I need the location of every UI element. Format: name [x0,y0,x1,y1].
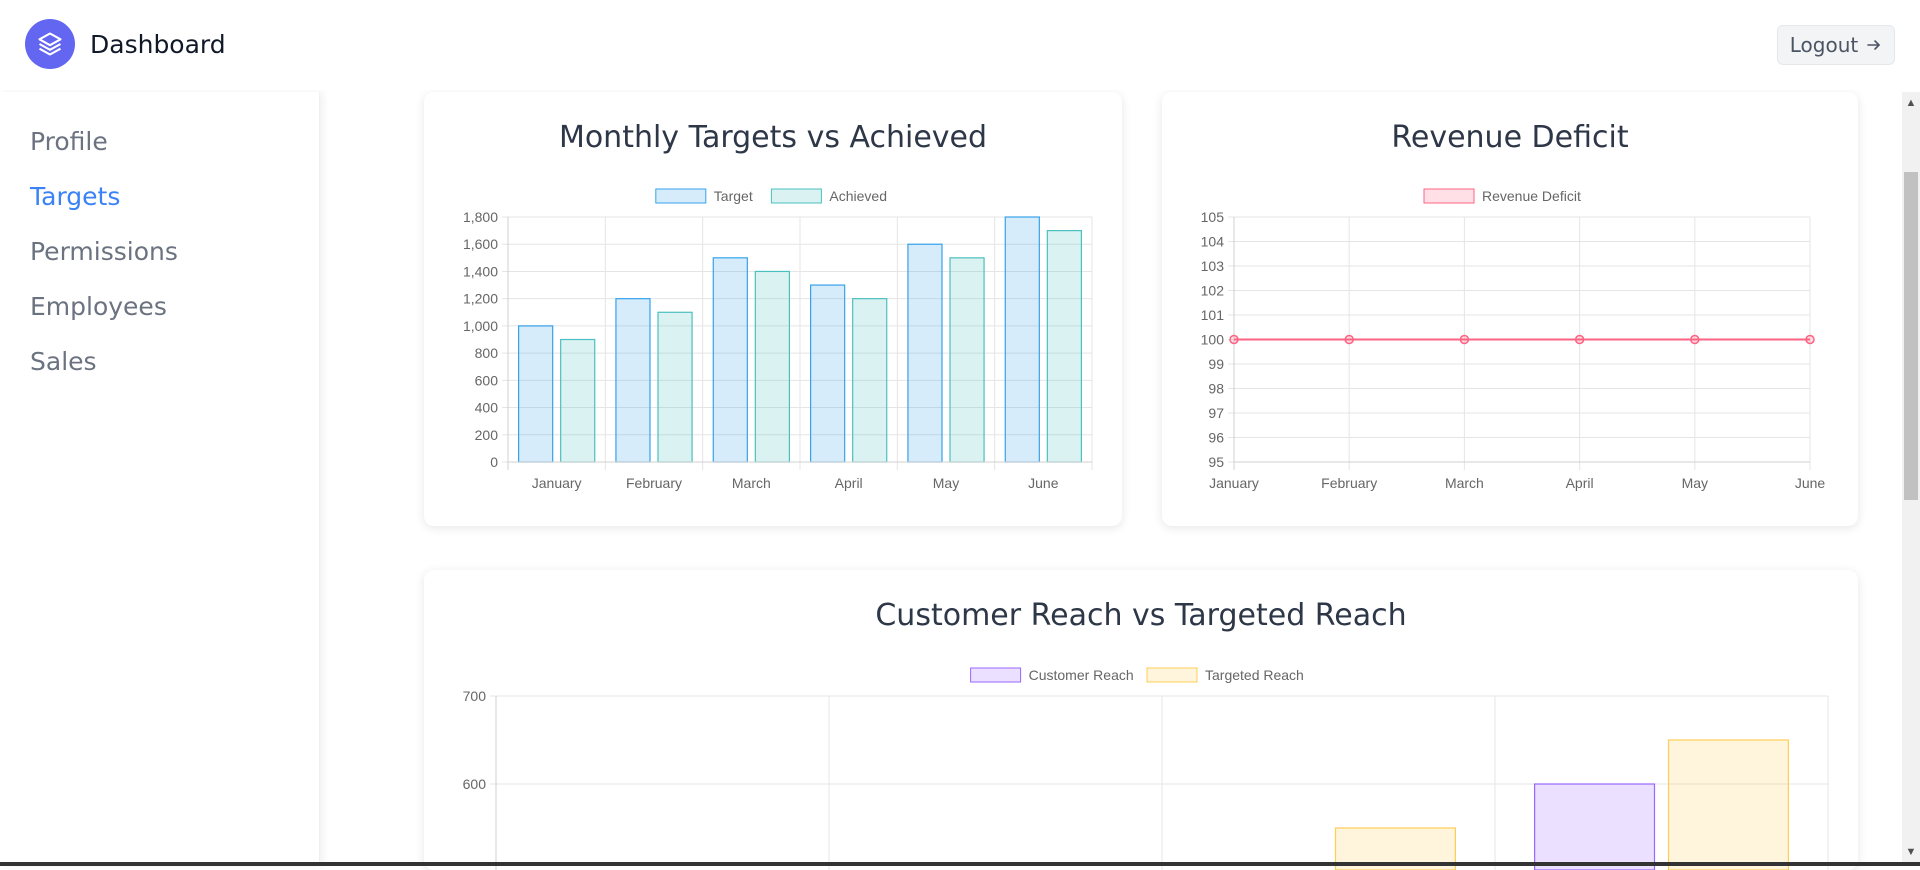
brand-title: Dashboard [90,30,226,59]
y-tick-label: 104 [1201,234,1225,250]
legend-swatch [655,188,707,204]
y-tick-label: 101 [1201,307,1225,323]
legend-label: Revenue Deficit [1482,188,1581,204]
bar-target [1004,216,1040,463]
targets-bar-chart: Target Achieved 1,800 1,600 1,400 1,200 1,000 8… [463,188,1093,491]
x-tick-label: February [626,475,682,491]
data-point [1690,334,1700,345]
legend-label: Target [714,188,753,204]
bar-achieved [657,311,693,463]
logout-button[interactable]: Logout [1777,25,1895,65]
y-tick-label: 97 [1208,405,1224,421]
y-tick-label: 400 [475,400,499,416]
logout-label: Logout [1789,33,1859,57]
bar-achieved [1046,230,1082,463]
deficit-line-chart: Revenue Deficit 105 104 103 102 101 100 99 98 97 9… [1201,188,1826,491]
x-tick-label: February [1321,475,1377,491]
top-bar: Dashboard Logout [0,0,1920,90]
y-tick-label: 95 [1208,454,1224,470]
y-tick-label: 102 [1201,283,1225,299]
reach-chart-card: Customer Reach vs Targeted Reach Custome… [424,570,1858,870]
data-point [1805,334,1815,345]
reach-bar-chart: Customer Reach Targeted Reach 700 600 [463,667,1829,870]
data-point [1459,334,1470,345]
legend-label: Customer Reach [1029,667,1134,683]
x-tick-label: June [1795,475,1826,491]
y-tick-label: 0 [490,454,498,470]
bar-target [712,257,748,463]
bar-targeted-reach [1667,739,1789,870]
data-point [1344,334,1354,345]
y-tick-label: 98 [1208,381,1224,397]
scroll-up-icon[interactable]: ▲ [1902,94,1920,112]
y-tick-label: 200 [475,427,499,443]
y-tick-label: 100 [1201,332,1225,348]
sidebar-item-employees[interactable]: Employees [30,292,167,321]
page-scrollbar[interactable]: ▲ ▼ [1902,92,1920,863]
data-point [1229,334,1239,345]
x-tick-label: March [732,475,771,491]
x-tick-label: April [835,475,863,491]
sidebar-item-profile[interactable]: Profile [30,127,108,156]
bar-target [615,298,651,463]
y-tick-label: 1,800 [463,209,498,225]
deficit-chart-card: Revenue Deficit Revenue Deficit 105 104 103… [1162,92,1858,526]
bar-achieved [560,338,596,463]
y-tick-label: 1,600 [463,236,498,252]
bar-target [907,243,943,463]
targets-chart-card: Monthly Targets vs Achieved Target Achiev… [424,92,1122,526]
sidebar-item-permissions[interactable]: Permissions [30,237,178,266]
x-tick-label: March [1445,475,1484,491]
bar-achieved [754,270,791,463]
y-tick-label: 96 [1208,430,1224,446]
y-tick-label: 99 [1208,356,1224,372]
y-tick-label: 600 [463,776,487,792]
layers-icon [36,30,64,58]
bar-target [517,325,554,463]
legend-swatch [1146,667,1198,683]
scroll-thumb[interactable] [1904,172,1918,500]
legend-swatch [970,667,1022,683]
x-tick-label: April [1566,475,1594,491]
bar-achieved [949,257,985,463]
arrow-right-icon [1866,37,1882,53]
data-point [1574,334,1585,345]
y-tick-label: 700 [463,688,487,704]
sidebar: Profile Targets Permissions Employees Sa… [0,92,320,866]
legend-swatch [770,188,822,204]
y-tick-label: 1,200 [463,291,498,307]
y-tick-label: 1,400 [463,263,498,279]
legend-label: Targeted Reach [1205,667,1304,683]
x-tick-label: January [1209,475,1259,491]
sidebar-item-targets[interactable]: Targets [30,182,120,211]
bar-customer-reach [1534,783,1656,870]
legend-label: Achieved [829,188,887,204]
sidebar-item-sales[interactable]: Sales [30,347,97,376]
x-tick-label: January [532,475,582,491]
y-tick-label: 105 [1201,209,1225,225]
bar-achieved [852,298,888,463]
y-tick-label: 103 [1201,258,1225,274]
y-tick-label: 800 [475,345,499,361]
app-logo[interactable] [25,19,75,69]
window-bottom-border [0,862,1920,866]
x-tick-label: June [1028,475,1059,491]
scroll-down-icon[interactable]: ▼ [1902,843,1920,861]
y-tick-label: 1,000 [463,318,498,334]
legend-swatch [1423,188,1475,204]
bar-target [810,284,846,463]
x-tick-label: May [933,475,959,491]
y-tick-label: 600 [475,372,499,388]
x-tick-label: May [1682,475,1708,491]
